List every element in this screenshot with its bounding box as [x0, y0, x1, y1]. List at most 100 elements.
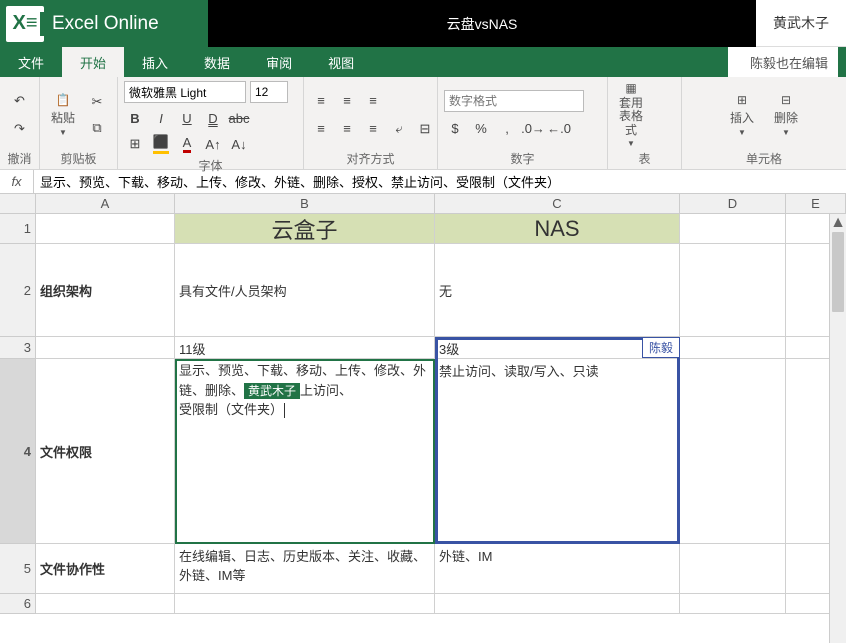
- cell-a5[interactable]: 文件协作性: [36, 544, 175, 594]
- font-size-select[interactable]: [250, 81, 288, 103]
- formula-input[interactable]: 显示、预览、下载、移动、上传、修改、外链、删除、授权、禁止访问、受限制（文件夹）: [34, 172, 846, 191]
- col-head-a[interactable]: A: [36, 194, 175, 214]
- title-bar: X≡ Excel Online 云盘vsNAS 黄武木子: [0, 0, 846, 47]
- comma-icon[interactable]: ,: [496, 118, 518, 140]
- copy-icon[interactable]: ⧉: [86, 117, 108, 139]
- grid[interactable]: A B C D E 1 云盒子 NAS 2 组织架构 具有文件/人员架构 无 3…: [0, 194, 846, 614]
- increase-font-icon[interactable]: A↑: [202, 133, 224, 155]
- ribbon-tabs: 文件 开始 插入 数据 审阅 视图 陈毅也在编辑: [0, 47, 846, 77]
- cell-c6[interactable]: [435, 594, 680, 614]
- cell-d3[interactable]: [680, 337, 786, 359]
- collaboration-status: 陈毅也在编辑: [728, 47, 838, 77]
- scroll-up-icon[interactable]: ▲: [830, 214, 846, 231]
- font-color-button[interactable]: A: [176, 133, 198, 155]
- cell-c2[interactable]: 无: [435, 244, 680, 337]
- vertical-scrollbar[interactable]: ▲: [829, 214, 846, 643]
- app-logo-region: X≡ Excel Online: [0, 0, 208, 47]
- align-middle-icon[interactable]: ≡: [336, 90, 358, 112]
- group-label-align: 对齐方式: [310, 148, 431, 167]
- row-head-3[interactable]: 3: [0, 337, 36, 359]
- cell-a4[interactable]: 文件权限: [36, 359, 175, 544]
- cell-c4[interactable]: 禁止访问、读取/写入、只读: [435, 359, 680, 544]
- bold-button[interactable]: B: [124, 107, 146, 129]
- cell-c5[interactable]: 外链、IM: [435, 544, 680, 594]
- double-underline-button[interactable]: D: [202, 107, 224, 129]
- cell-d6[interactable]: [680, 594, 786, 614]
- current-user-label[interactable]: 黄武木子: [756, 0, 846, 47]
- tab-file[interactable]: 文件: [0, 47, 62, 77]
- align-left-icon[interactable]: ≡: [310, 118, 332, 140]
- select-all-corner[interactable]: [0, 194, 36, 214]
- cell-b3[interactable]: 11级: [175, 337, 435, 359]
- format-as-table-button[interactable]: ▦ 套用表格式 ▼: [614, 95, 648, 135]
- group-label-number: 数字: [444, 148, 601, 167]
- cell-b6[interactable]: [175, 594, 435, 614]
- collaborator-flag: 陈毅: [642, 337, 680, 358]
- table-icon: ▦: [622, 81, 640, 95]
- col-head-b[interactable]: B: [175, 194, 435, 214]
- undo-icon[interactable]: ↶: [9, 90, 31, 112]
- cell-a3[interactable]: [36, 337, 175, 359]
- border-button[interactable]: ⊞: [124, 133, 146, 155]
- cell-b2[interactable]: 具有文件/人员架构: [175, 244, 435, 337]
- row-head-4[interactable]: 4: [0, 359, 36, 544]
- underline-button[interactable]: U: [176, 107, 198, 129]
- redo-icon[interactable]: ↷: [9, 118, 31, 140]
- col-head-d[interactable]: D: [680, 194, 786, 214]
- italic-button[interactable]: I: [150, 107, 172, 129]
- group-label-cells: 单元格: [688, 148, 840, 167]
- cell-a2[interactable]: 组织架构: [36, 244, 175, 337]
- cell-a1[interactable]: [36, 214, 175, 244]
- cell-b5[interactable]: 在线编辑、日志、历史版本、关注、收藏、外链、IM等: [175, 544, 435, 594]
- decrease-decimal-icon[interactable]: ←.0: [548, 118, 570, 140]
- row-head-1[interactable]: 1: [0, 214, 36, 244]
- fill-color-button[interactable]: ⬛: [150, 133, 172, 155]
- document-title[interactable]: 云盘vsNAS: [208, 0, 756, 47]
- align-right-icon[interactable]: ≡: [362, 118, 384, 140]
- tab-data[interactable]: 数据: [186, 47, 248, 77]
- row-head-6[interactable]: 6: [0, 594, 36, 614]
- tab-review[interactable]: 审阅: [248, 47, 310, 77]
- align-top-icon[interactable]: ≡: [310, 90, 332, 112]
- delete-cells-button[interactable]: ⊟ 删除 ▼: [769, 95, 803, 135]
- ribbon: ↶ ↷ 撤消 📋 粘贴 ▼ ✂ ⧉ 剪贴板 B: [0, 77, 846, 170]
- text-caret: [284, 403, 285, 418]
- strikethrough-button[interactable]: abc: [228, 107, 250, 129]
- col-head-e[interactable]: E: [786, 194, 846, 214]
- scroll-thumb[interactable]: [832, 232, 844, 312]
- font-family-select[interactable]: [124, 81, 246, 103]
- group-table: ▦ 套用表格式 ▼ 表: [608, 77, 682, 169]
- cut-icon[interactable]: ✂: [86, 91, 108, 113]
- merge-cells-icon[interactable]: ⊟: [414, 118, 436, 140]
- app-name: Excel Online: [52, 13, 159, 35]
- cell-d5[interactable]: [680, 544, 786, 594]
- row-head-5[interactable]: 5: [0, 544, 36, 594]
- cell-b4[interactable]: 显示、预览、下载、移动、上传、修改、外链、删除、黄武木子上访问、 受限制（文件夹…: [175, 359, 435, 544]
- tab-home[interactable]: 开始: [62, 47, 124, 77]
- group-clipboard: 📋 粘贴 ▼ ✂ ⧉ 剪贴板: [40, 77, 118, 169]
- tab-view[interactable]: 视图: [310, 47, 372, 77]
- cell-c1[interactable]: NAS: [435, 214, 680, 244]
- row-head-2[interactable]: 2: [0, 244, 36, 337]
- cell-d2[interactable]: [680, 244, 786, 337]
- currency-icon[interactable]: $: [444, 118, 466, 140]
- number-format-select[interactable]: [444, 90, 584, 112]
- paste-button[interactable]: 📋 粘贴 ▼: [46, 95, 80, 135]
- insert-cells-button[interactable]: ⊞ 插入 ▼: [725, 95, 759, 135]
- decrease-font-icon[interactable]: A↓: [228, 133, 250, 155]
- col-head-c[interactable]: C: [435, 194, 680, 214]
- cell-a6[interactable]: [36, 594, 175, 614]
- wrap-text-icon[interactable]: ⤶: [388, 118, 410, 140]
- cell-d4[interactable]: [680, 359, 786, 544]
- tab-insert[interactable]: 插入: [124, 47, 186, 77]
- fx-icon[interactable]: fx: [0, 170, 34, 193]
- percent-icon[interactable]: %: [470, 118, 492, 140]
- align-bottom-icon[interactable]: ≡: [362, 90, 384, 112]
- align-center-icon[interactable]: ≡: [336, 118, 358, 140]
- group-align: ≡ ≡ ≡ ≡ ≡ ≡ ⤶ ⊟ 对齐方式: [304, 77, 438, 169]
- formula-bar: fx 显示、预览、下载、移动、上传、修改、外链、删除、授权、禁止访问、受限制（文…: [0, 170, 846, 194]
- increase-decimal-icon[interactable]: .0→: [522, 118, 544, 140]
- cell-d1[interactable]: [680, 214, 786, 244]
- cell-b1[interactable]: 云盒子: [175, 214, 435, 244]
- inline-user-tag: 黄武木子: [244, 383, 300, 399]
